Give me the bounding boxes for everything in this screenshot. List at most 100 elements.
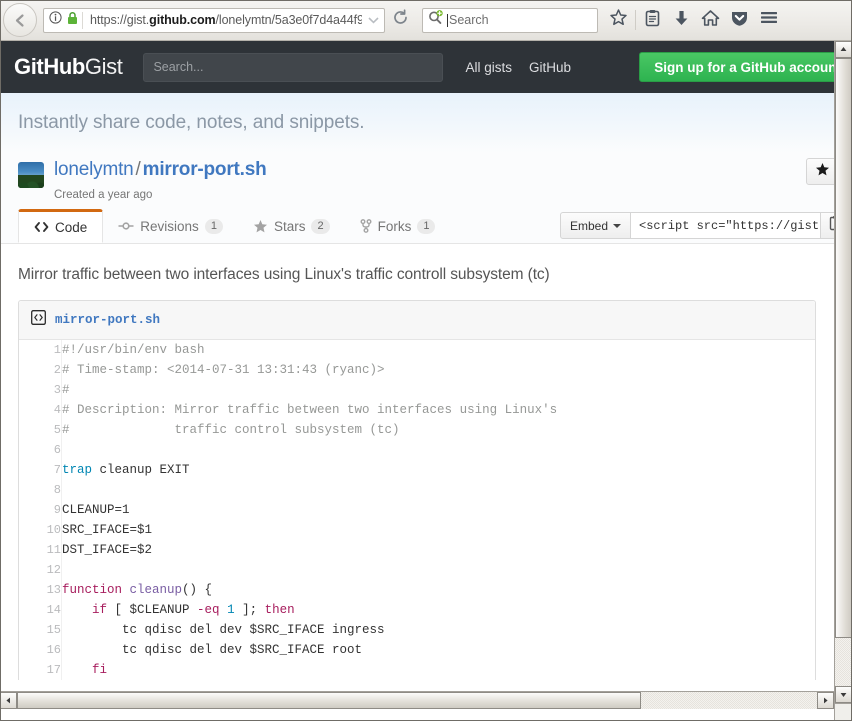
code-line-number: 15 bbox=[19, 620, 62, 640]
bookmark-button[interactable] bbox=[604, 5, 633, 35]
nav-link-all-gists[interactable]: All gists bbox=[465, 60, 512, 75]
star-gist-button[interactable] bbox=[806, 158, 834, 185]
home-button[interactable] bbox=[696, 5, 725, 35]
hscroll-thumb[interactable] bbox=[17, 692, 641, 709]
url-text[interactable]: https://gist.github.com/lonelymtn/5a3e0f… bbox=[83, 13, 362, 27]
scrollbar-corner bbox=[834, 703, 852, 721]
gist-page: GitHubGist Search... All gists GitHub Si… bbox=[0, 41, 834, 709]
tab-forks[interactable]: Forks 1 bbox=[345, 209, 451, 243]
code-line-content: tc qdisc del dev $SRC_IFACE ingress bbox=[62, 620, 816, 640]
code-line-number: 17 bbox=[19, 660, 62, 680]
url-bar[interactable]: https://gist.github.com/lonelymtn/5a3e0f… bbox=[43, 8, 385, 33]
lock-icon[interactable] bbox=[67, 11, 78, 30]
code-token: then bbox=[265, 603, 295, 617]
gist-created-timestamp: Created a year ago bbox=[54, 189, 816, 201]
tab-code[interactable]: Code bbox=[18, 209, 103, 243]
menu-button[interactable] bbox=[754, 5, 783, 35]
code-file-icon bbox=[31, 310, 46, 330]
site-info-icon[interactable] bbox=[49, 11, 62, 29]
browser-toolbar: https://gist.github.com/lonelymtn/5a3e0f… bbox=[0, 0, 852, 41]
code-token: -eq bbox=[197, 603, 220, 617]
gist-title-separator: / bbox=[134, 159, 143, 180]
code-token: cleanup bbox=[130, 583, 183, 597]
gist-header-block: lonelymtn/mirror-port.sh Created a year … bbox=[0, 153, 834, 210]
code-token: # traffic control subsystem (tc) bbox=[62, 423, 400, 437]
star-icon bbox=[253, 219, 268, 233]
horizontal-scrollbar[interactable] bbox=[0, 691, 834, 709]
embed-group: Embed <script src="https://gist bbox=[560, 212, 834, 239]
gist-tabs-bar: Code Revisions 1 bbox=[0, 210, 834, 244]
search-magnifier-icon bbox=[428, 10, 445, 30]
code-line: 4# Description: Mirror traffic between t… bbox=[19, 400, 815, 420]
toolbar-icon-group bbox=[604, 5, 783, 35]
code-token: #!/usr/bin/env bash bbox=[62, 343, 205, 357]
gist-filename-link[interactable]: mirror-port.sh bbox=[143, 159, 267, 180]
tab-forks-label: Forks bbox=[378, 219, 412, 234]
code-token bbox=[62, 603, 92, 617]
code-token: # Time-stamp: <2014-07-31 13:31:43 (ryan… bbox=[62, 363, 385, 377]
reader-button[interactable] bbox=[638, 5, 667, 35]
page-viewport: GitHubGist Search... All gists GitHub Si… bbox=[0, 41, 852, 721]
code-line-number: 6 bbox=[19, 440, 62, 460]
gist-title: lonelymtn/mirror-port.sh bbox=[54, 159, 267, 181]
vscroll-down-button[interactable] bbox=[835, 686, 852, 703]
pocket-shield-icon bbox=[730, 9, 749, 32]
gist-logo[interactable]: GitHubGist bbox=[14, 54, 122, 80]
site-identity-box[interactable] bbox=[44, 12, 83, 29]
code-token: if bbox=[92, 603, 107, 617]
code-block: 1 #!/usr/bin/env bash2# Time-stamp: <2014… bbox=[19, 340, 815, 680]
code-line: 8 bbox=[19, 480, 815, 500]
vscroll-up-button[interactable] bbox=[835, 41, 852, 58]
commit-icon bbox=[118, 220, 134, 232]
code-token: 1 bbox=[227, 603, 235, 617]
url-dropdown-icon[interactable] bbox=[362, 9, 384, 32]
code-line-content: # traffic control subsystem (tc) bbox=[62, 420, 816, 440]
tab-stars[interactable]: Stars 2 bbox=[238, 209, 345, 243]
gist-file-name[interactable]: mirror-port.sh bbox=[55, 313, 160, 327]
code-token: ]; bbox=[235, 603, 265, 617]
vscroll-track[interactable] bbox=[835, 58, 852, 686]
code-token: # bbox=[62, 383, 70, 397]
embed-url-input[interactable]: <script src="https://gist bbox=[631, 212, 821, 239]
chevron-down-icon bbox=[613, 224, 621, 228]
download-arrow-icon bbox=[673, 9, 690, 32]
code-line-content bbox=[62, 560, 816, 580]
hscroll-right-button[interactable] bbox=[817, 692, 834, 709]
reload-button[interactable] bbox=[387, 8, 413, 33]
hscroll-track[interactable] bbox=[17, 692, 817, 709]
reader-list-icon bbox=[644, 9, 661, 32]
gist-identity-row: lonelymtn/mirror-port.sh bbox=[18, 159, 816, 188]
vscroll-thumb[interactable] bbox=[835, 58, 852, 638]
logo-gist-text: Gist bbox=[85, 54, 123, 79]
code-line: 10SRC_IFACE=$1 bbox=[19, 520, 815, 540]
gist-search-input[interactable]: Search... bbox=[143, 53, 443, 82]
embed-select-button[interactable]: Embed bbox=[560, 212, 631, 239]
signup-button[interactable]: Sign up for a GitHub account bbox=[639, 52, 834, 82]
reload-icon bbox=[392, 9, 409, 31]
gist-owner-link[interactable]: lonelymtn bbox=[54, 159, 134, 180]
home-icon bbox=[701, 9, 720, 32]
code-token: [ $CLEANUP bbox=[107, 603, 197, 617]
browser-search-bar[interactable]: Search bbox=[422, 8, 598, 33]
hscroll-left-button[interactable] bbox=[0, 692, 17, 709]
embed-select-label: Embed bbox=[570, 219, 608, 233]
copy-embed-button[interactable] bbox=[821, 212, 834, 239]
code-line-number: 8 bbox=[19, 480, 62, 500]
tab-forks-count: 1 bbox=[417, 219, 435, 234]
code-line-content: CLEANUP=1 bbox=[62, 500, 816, 520]
back-button[interactable] bbox=[3, 3, 37, 37]
search-placeholder: Search bbox=[449, 13, 489, 27]
code-line: 3# bbox=[19, 380, 815, 400]
star-bookmark-icon bbox=[609, 8, 628, 32]
logo-github-text: GitHub bbox=[14, 54, 85, 79]
back-arrow-icon bbox=[12, 12, 29, 29]
nav-link-github[interactable]: GitHub bbox=[529, 60, 571, 75]
code-line-content bbox=[62, 440, 816, 460]
tab-revisions[interactable]: Revisions 1 bbox=[103, 209, 238, 243]
downloads-button[interactable] bbox=[667, 5, 696, 35]
code-line-content: # bbox=[62, 380, 816, 400]
code-line-number: 2 bbox=[19, 360, 62, 380]
pocket-button[interactable] bbox=[725, 5, 754, 35]
vertical-scrollbar[interactable] bbox=[834, 41, 852, 703]
code-token bbox=[220, 603, 228, 617]
